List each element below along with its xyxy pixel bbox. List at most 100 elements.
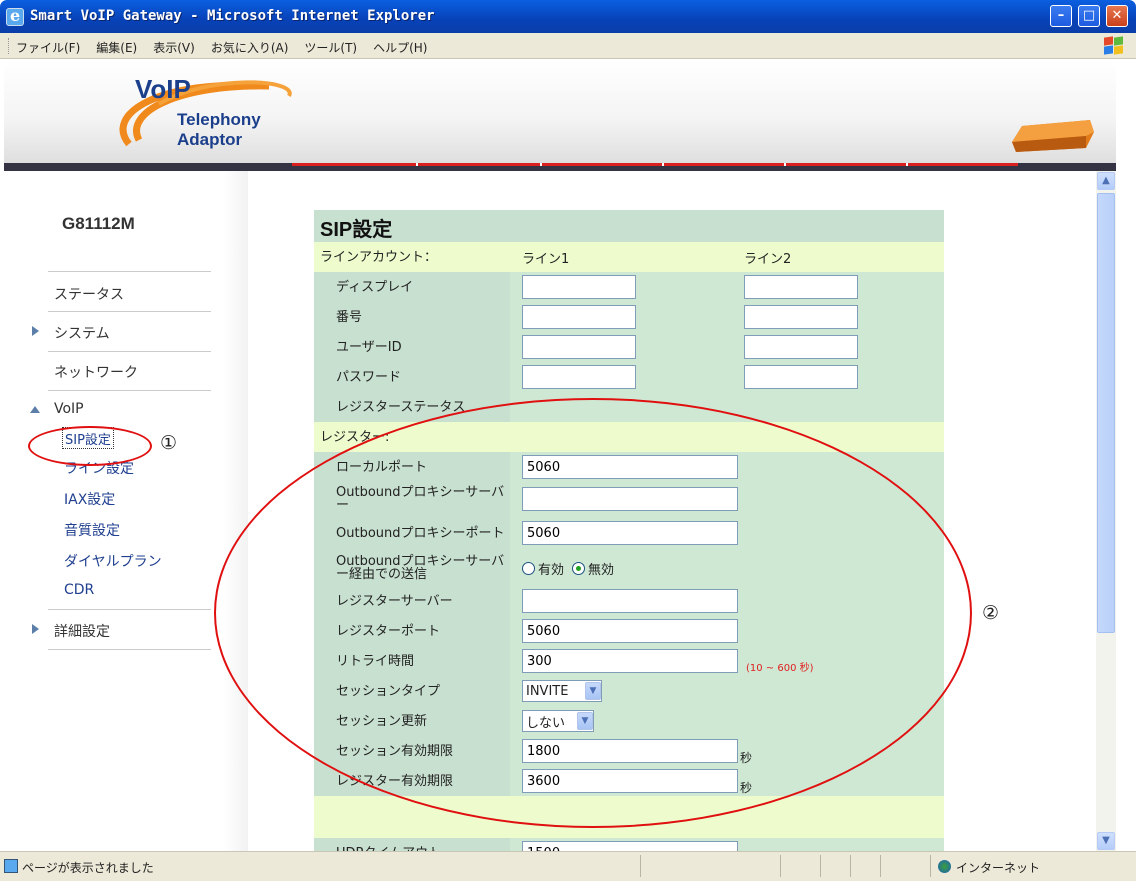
ob-port-input[interactable]	[522, 521, 738, 545]
sip-settings-form: SIP設定 ラインアカウント： ライン1 ライン2 ディスプレイ 番号 ユーザー…	[314, 210, 944, 851]
windows-logo-icon	[1104, 36, 1124, 55]
toolbar-grip	[8, 38, 10, 54]
number-label: 番号	[314, 302, 510, 332]
session-type-select[interactable]: INVITE ▼	[522, 680, 602, 702]
menu-favorites[interactable]: お気に入り(A)	[211, 39, 289, 56]
retry-range-note: (10 ~ 600 秒)	[746, 662, 814, 674]
minimize-button[interactable]: –	[1050, 5, 1072, 27]
reg-expire-unit: 秒	[740, 780, 753, 795]
reg-expire-label: レジスター有効期限	[314, 766, 510, 796]
chevron-down-icon[interactable]: ▼	[585, 682, 601, 700]
divider	[48, 351, 211, 352]
subnav-cdr[interactable]: CDR	[64, 582, 94, 598]
ob-server-input[interactable]	[522, 487, 738, 511]
ob-send-label: Outboundプロキシーサーバー経由での送信	[314, 550, 510, 586]
reg-server-label: レジスターサーバー	[314, 586, 510, 616]
divider	[48, 390, 211, 391]
line2-number-input[interactable]	[744, 305, 858, 329]
logo-voip-text: VoIP	[135, 74, 191, 104]
line1-number-input[interactable]	[522, 305, 636, 329]
local-port-label: ローカルポート	[314, 452, 510, 482]
account-header-row: ラインアカウント： ライン1 ライン2	[314, 242, 944, 272]
chevron-down-icon[interactable]: ▼	[577, 712, 593, 730]
reg-server-input[interactable]	[522, 589, 738, 613]
ob-send-enable-label: 有効	[538, 562, 565, 578]
ob-send-enable-radio[interactable]	[522, 561, 535, 575]
session-type-label: セッションタイプ	[314, 676, 510, 706]
nav-advanced-label: 詳細設定	[54, 624, 110, 640]
menu-edit[interactable]: 編集(E)	[96, 39, 137, 56]
udp-timeout-label: UDPタイムアウト	[314, 838, 510, 851]
ob-port-row: Outboundプロキシーポート	[314, 516, 944, 550]
expand-arrow-icon	[32, 326, 39, 336]
collapse-arrow-icon	[30, 406, 40, 413]
scroll-thumb[interactable]	[1097, 193, 1115, 633]
subnav-dial-plan[interactable]: ダイヤルプラン	[64, 551, 162, 571]
close-button[interactable]: ✕	[1106, 5, 1128, 27]
menu-view[interactable]: 表示(V)	[153, 39, 195, 56]
status-divider	[880, 855, 881, 877]
page-content: VoIP Telephony Adaptor G81112M ステータス システ…	[4, 60, 1116, 851]
line1-userid-input[interactable]	[522, 335, 636, 359]
status-divider	[850, 855, 851, 877]
maximize-button[interactable]: □	[1078, 5, 1100, 27]
session-refresh-select[interactable]: しない ▼	[522, 710, 594, 732]
nav-network[interactable]: ネットワーク	[54, 362, 138, 382]
nav-status[interactable]: ステータス	[54, 284, 124, 304]
vertical-scrollbar[interactable]: ▲ ▼	[1096, 171, 1116, 851]
line2-password-input[interactable]	[744, 365, 858, 389]
nav-system[interactable]: システム	[32, 323, 110, 343]
display-label: ディスプレイ	[314, 272, 510, 302]
session-expire-input[interactable]	[522, 739, 738, 763]
menu-tools[interactable]: ツール(T)	[304, 39, 357, 56]
scroll-down-icon[interactable]: ▼	[1097, 832, 1115, 850]
udp-timeout-input[interactable]	[522, 841, 738, 851]
reg-port-input[interactable]	[522, 619, 738, 643]
session-refresh-row: セッション更新 しない ▼	[314, 706, 944, 736]
subnav-sip-settings[interactable]: SIP設定	[62, 427, 114, 449]
ob-server-label: Outboundプロキシーサーバー	[314, 482, 510, 516]
line2-userid-input[interactable]	[744, 335, 858, 359]
retry-label: リトライ時間	[314, 646, 510, 676]
ob-send-disable-radio[interactable]	[572, 561, 586, 575]
ob-server-row: Outboundプロキシーサーバー	[314, 482, 944, 516]
nav-voip[interactable]: VoIP	[30, 401, 84, 417]
expand-arrow-icon	[32, 624, 39, 634]
line1-header: ライン1	[522, 251, 570, 267]
subnav-iax-settings[interactable]: IAX設定	[64, 489, 115, 509]
register-status-row: レジスターステータス	[314, 392, 944, 422]
subnav-audio-settings[interactable]: 音質設定	[64, 520, 120, 540]
status-divider	[780, 855, 781, 877]
local-port-input[interactable]	[522, 455, 738, 479]
line1-password-input[interactable]	[522, 365, 636, 389]
nav-advanced[interactable]: 詳細設定	[32, 621, 110, 641]
subnav-line-settings[interactable]: ライン設定	[64, 458, 134, 478]
ob-send-disable-label: 無効	[588, 562, 615, 578]
logo-sub-text: Telephony Adaptor	[177, 110, 261, 149]
menu-file[interactable]: ファイル(F)	[16, 39, 80, 56]
register-label: レジスター:	[320, 429, 390, 445]
form-title: SIP設定	[314, 210, 944, 242]
userid-row: ユーザーID	[314, 332, 944, 362]
retry-input[interactable]	[522, 649, 738, 673]
session-expire-label: セッション有効期限	[314, 736, 510, 766]
register-header-row: レジスター:	[314, 422, 944, 452]
device-name: G81112M	[62, 214, 135, 233]
password-row: パスワード	[314, 362, 944, 392]
ob-port-label: Outboundプロキシーポート	[314, 516, 510, 550]
internet-globe-icon	[938, 860, 951, 873]
menu-bar: ファイル(F) 編集(E) 表示(V) お気に入り(A) ツール(T) ヘルプ(…	[0, 33, 1136, 59]
userid-label: ユーザーID	[314, 332, 510, 362]
session-expire-unit: 秒	[740, 750, 753, 765]
menu-help[interactable]: ヘルプ(H)	[373, 39, 427, 56]
voip-logo: VoIP Telephony Adaptor	[99, 74, 319, 164]
line2-display-input[interactable]	[744, 275, 858, 299]
reg-expire-input[interactable]	[522, 769, 738, 793]
scroll-up-icon[interactable]: ▲	[1097, 172, 1115, 190]
udp-timeout-row: UDPタイムアウト	[314, 838, 944, 851]
line1-display-input[interactable]	[522, 275, 636, 299]
divider	[48, 609, 211, 610]
session-type-row: セッションタイプ INVITE ▼	[314, 676, 944, 706]
status-divider	[930, 855, 931, 877]
security-zone: インターネット	[956, 861, 1041, 875]
